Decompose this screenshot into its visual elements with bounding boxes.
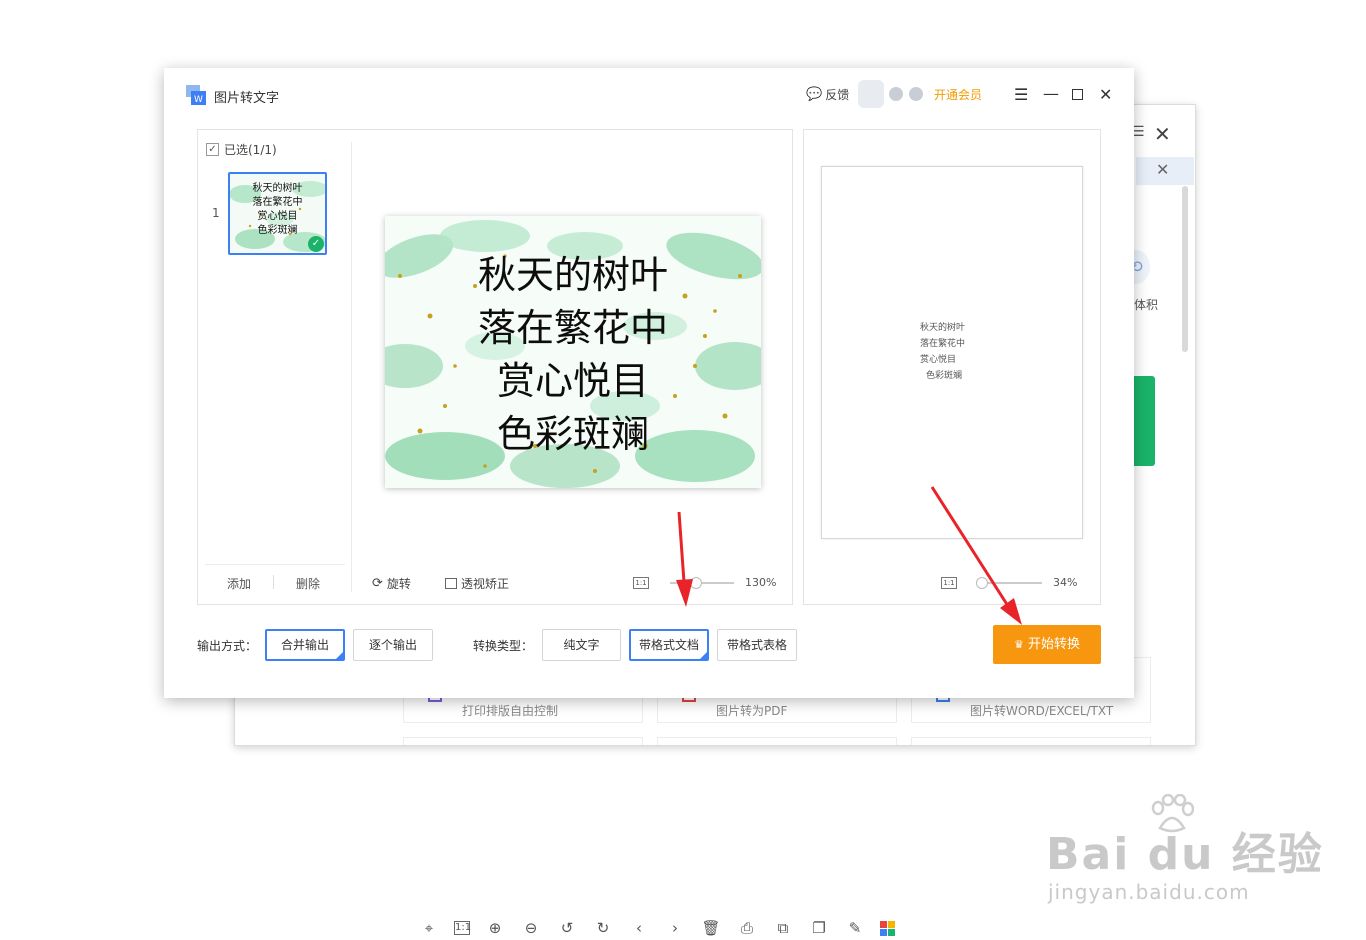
zoom-out-icon[interactable]: ⊖ (520, 918, 542, 938)
actual-size-icon[interactable]: 1:1 (454, 921, 471, 935)
print-icon[interactable]: ⎙ (736, 918, 758, 938)
watermark-logo: Bai du 经验 (1046, 829, 1324, 880)
viewer-toolbar: ⌖ 1:1 ⊕ ⊖ ↺ ↻ ‹ › 🗑 ⎙ ⧉ ❐ ✎ (418, 918, 895, 938)
previous-icon[interactable]: ‹ (628, 918, 650, 938)
arrow-to-formatted-doc (676, 511, 693, 607)
apps-icon[interactable] (880, 921, 895, 936)
copy-icon[interactable]: ❐ (808, 918, 830, 938)
zoom-in-icon[interactable]: ⊕ (484, 918, 506, 938)
next-icon[interactable]: › (664, 918, 686, 938)
rotate-right-icon[interactable]: ↻ (592, 918, 614, 938)
pin-icon[interactable]: ⌖ (418, 918, 440, 938)
edit-icon[interactable]: ✎ (844, 918, 866, 938)
rotate-left-icon[interactable]: ↺ (556, 918, 578, 938)
convert-icon[interactable]: ⧉ (772, 918, 794, 938)
watermark-url: jingyan.baidu.com (1048, 880, 1250, 904)
delete-icon[interactable]: 🗑 (700, 918, 722, 938)
arrow-to-start-button (930, 486, 1022, 625)
